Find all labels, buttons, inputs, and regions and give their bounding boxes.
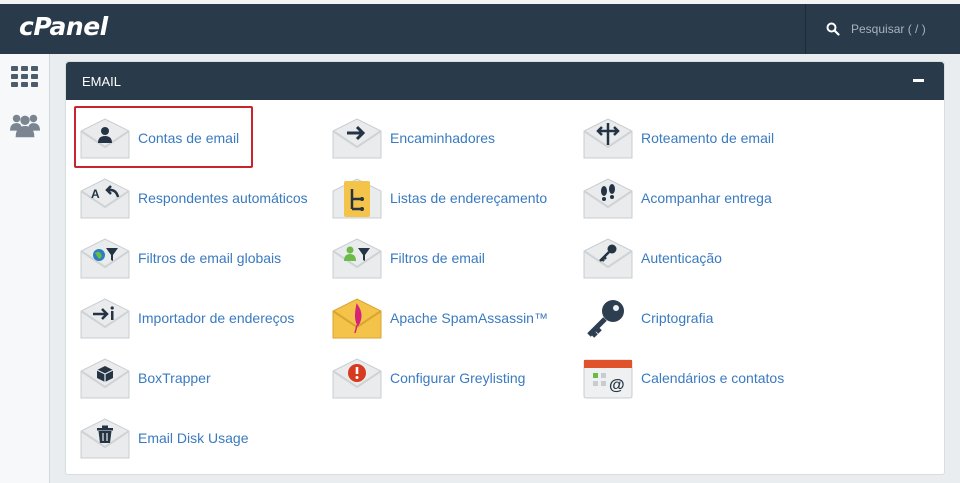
email-panel: EMAIL Contas de email Encaminhadores Rot… (65, 61, 945, 475)
item-mailing-lists[interactable]: Listas de endereçamento (332, 177, 547, 219)
item-label: Autenticação (641, 250, 722, 266)
item-label: Filtros de email (390, 250, 485, 266)
top-bar: cPanel Pesquisar ( / ) (0, 4, 960, 54)
encryption-key-icon (587, 300, 624, 338)
sidebar (0, 54, 50, 483)
search-box[interactable]: Pesquisar ( / ) (805, 4, 960, 54)
panel-header[interactable]: EMAIL (66, 62, 944, 100)
item-label: Listas de endereçamento (390, 190, 548, 206)
search-icon (826, 22, 840, 36)
track-delivery-icon (583, 178, 633, 219)
item-global-email-filters[interactable]: Filtros de email globais (80, 237, 281, 279)
item-autoresponders[interactable]: A Respondentes automáticos (80, 177, 308, 219)
item-label: Respondentes automáticos (138, 190, 308, 206)
item-authentication[interactable]: Autenticação (583, 237, 722, 279)
item-label: Roteamento de email (641, 130, 775, 146)
item-email-filters[interactable]: Filtros de email (332, 237, 485, 279)
item-boxtrapper[interactable]: BoxTrapper (80, 357, 211, 399)
item-track-delivery[interactable]: Acompanhar entrega (583, 177, 772, 219)
item-email-accounts[interactable]: Contas de email (80, 117, 239, 159)
item-label: Criptografia (641, 310, 714, 326)
item-label: Apache SpamAssassin™ (390, 310, 548, 326)
item-label: Encaminhadores (390, 130, 496, 146)
item-greylisting[interactable]: Configurar Greylisting (332, 357, 525, 399)
item-calendars-contacts[interactable]: @ Calendários e contatos (583, 357, 784, 399)
svg-text:@: @ (609, 377, 625, 394)
greylisting-icon (332, 358, 382, 399)
item-label: BoxTrapper (138, 370, 211, 386)
item-encryption[interactable]: Criptografia (583, 297, 713, 339)
forwarders-icon (332, 118, 382, 159)
item-email-disk-usage[interactable]: Email Disk Usage (80, 417, 248, 459)
calendars-contacts-icon: @ (583, 359, 633, 399)
item-label: Configurar Greylisting (390, 370, 526, 386)
email-disk-usage-icon (80, 418, 130, 459)
item-label: Filtros de email globais (138, 250, 282, 266)
mailing-lists-icon (332, 178, 382, 219)
item-address-importer[interactable]: Importador de endereços (80, 297, 294, 339)
grid-icon[interactable] (10, 62, 40, 92)
item-label: Importador de endereços (138, 310, 295, 326)
cpanel-logo[interactable]: cPanel (19, 12, 108, 41)
email-routing-icon (583, 118, 633, 159)
item-label: Acompanhar entrega (641, 190, 772, 206)
autoresponders-icon: A (80, 178, 130, 219)
item-label: Calendários e contatos (641, 370, 785, 386)
boxtrapper-icon (80, 358, 130, 399)
collapse-icon[interactable] (913, 79, 924, 82)
svg-text:A: A (91, 187, 100, 201)
users-icon[interactable] (10, 110, 40, 140)
item-email-routing[interactable]: Roteamento de email (583, 117, 774, 159)
authentication-icon (583, 238, 633, 279)
search-input[interactable]: Pesquisar ( / ) (851, 22, 926, 36)
spamassassin-icon (332, 298, 382, 339)
section-title: EMAIL (82, 73, 122, 89)
item-spamassassin[interactable]: Apache SpamAssassin™ (332, 297, 548, 339)
item-label: Email Disk Usage (138, 430, 249, 446)
item-forwarders[interactable]: Encaminhadores (332, 117, 495, 159)
address-importer-icon (80, 298, 130, 339)
email-accounts-icon (80, 118, 130, 159)
global-email-filters-icon (80, 238, 130, 279)
item-label: Contas de email (138, 130, 240, 146)
email-filters-icon (332, 238, 382, 279)
